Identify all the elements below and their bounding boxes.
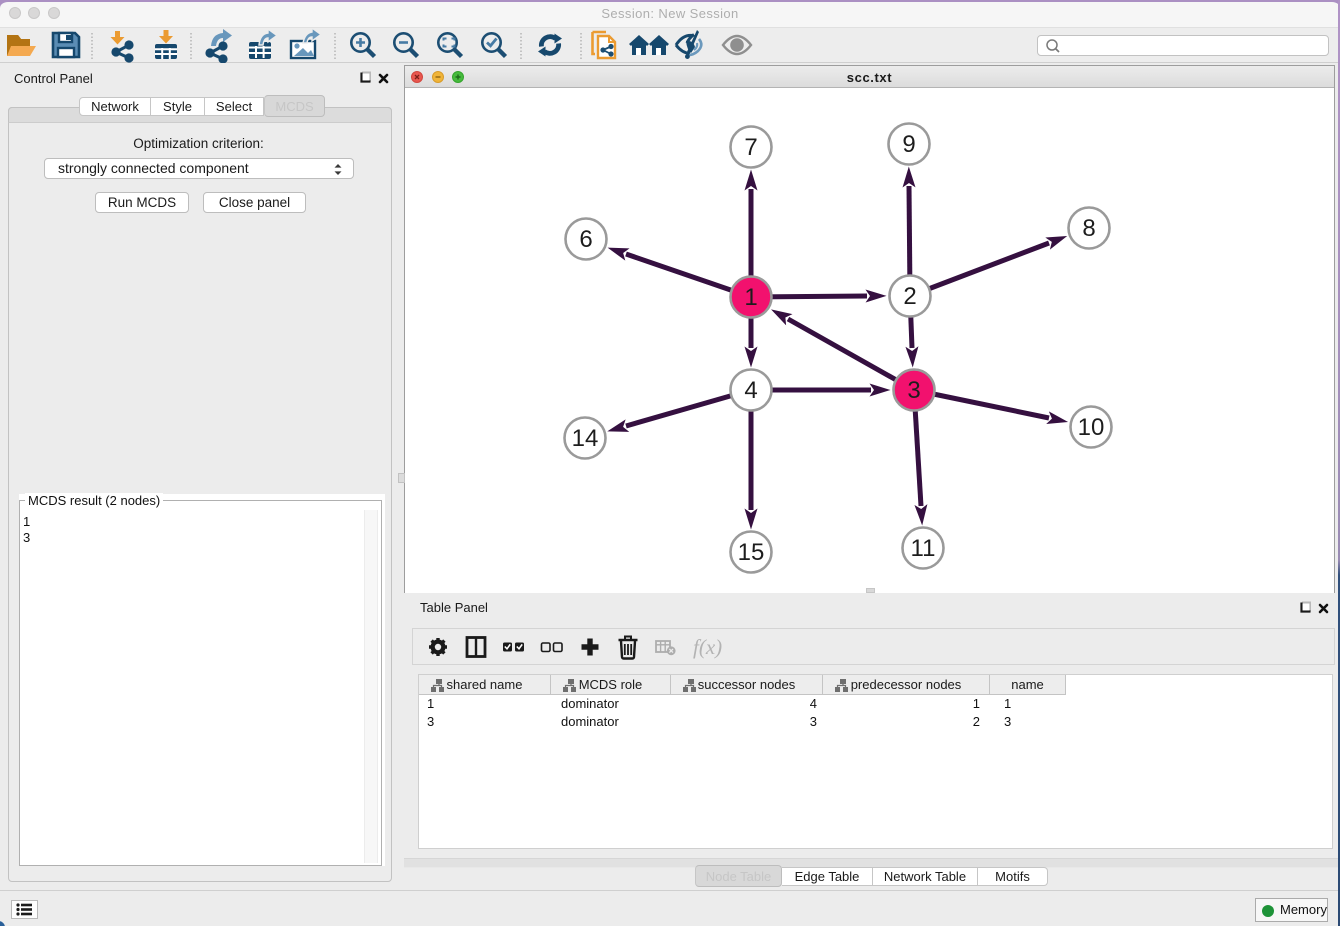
svg-text:7: 7: [744, 134, 757, 161]
svg-text:10: 10: [1078, 414, 1105, 441]
svg-text:14: 14: [572, 425, 599, 452]
svg-text:f(x): f(x): [693, 635, 722, 659]
svg-text:4: 4: [744, 377, 757, 404]
svg-text:9: 9: [902, 131, 915, 158]
svg-text:3: 3: [907, 377, 920, 404]
svg-text:2: 2: [903, 283, 916, 310]
svg-text:1: 1: [744, 284, 757, 311]
svg-text:8: 8: [1082, 215, 1095, 242]
svg-text:11: 11: [911, 535, 936, 562]
svg-text:15: 15: [738, 539, 765, 566]
svg-text:6: 6: [579, 226, 592, 253]
